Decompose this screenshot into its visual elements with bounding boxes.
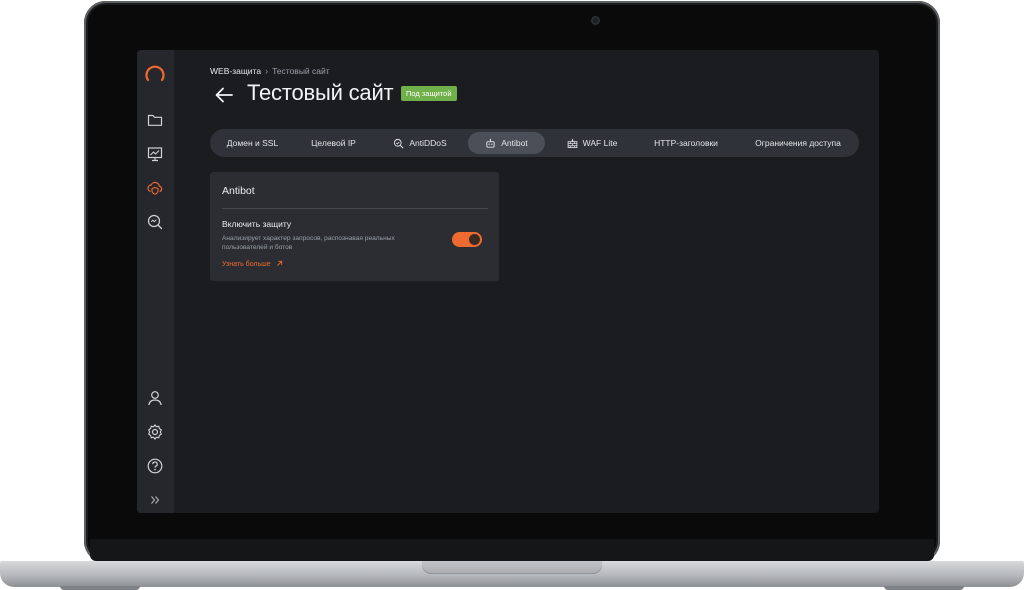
main-content: WEB-защита › Тестовый сайт Тестовый сайт П…: [174, 50, 879, 513]
laptop-foot-right: [884, 586, 964, 590]
robot-icon: [486, 138, 495, 148]
tab-antiddos[interactable]: AntiDDoS: [384, 132, 456, 154]
tab-label: HTTP-заголовки: [654, 138, 718, 148]
laptop-notch: [422, 561, 602, 574]
back-button[interactable]: [214, 86, 234, 104]
shield-search-icon: [394, 138, 404, 148]
laptop-foot-left: [60, 586, 140, 590]
setting-description: Анализирует характер запросов, распознав…: [222, 235, 395, 251]
tab-waf-lite[interactable]: WAF Lite: [560, 132, 624, 154]
laptop-hinge: [90, 539, 934, 561]
help-icon: [147, 458, 163, 474]
tab-bar: Домен и SSL Целевой IP AntiDDoS Antibot …: [210, 129, 859, 157]
sidebar-expand-button[interactable]: [146, 491, 164, 509]
tab-access-restrictions[interactable]: Ограничения доступа: [744, 132, 852, 154]
tab-target-ip[interactable]: Целевой IP: [300, 132, 367, 154]
breadcrumb-current: Тестовый сайт: [272, 66, 330, 76]
screen: WEB-защита › Тестовый сайт Тестовый сайт П…: [137, 50, 879, 513]
status-badge: Под защитой: [401, 86, 457, 101]
expand-icon: [151, 496, 160, 504]
learn-more-label: Узнать больше: [222, 261, 271, 268]
cloud-shield-icon: [147, 181, 163, 195]
arrow-up-right-icon: [276, 260, 282, 266]
tab-label: Ограничения доступа: [755, 138, 841, 148]
page-title: Тестовый сайт: [247, 80, 394, 105]
chevron-right-icon: ›: [265, 66, 269, 76]
antibot-card: Antibot Включить защиту Анализирует хара…: [210, 172, 499, 281]
sidebar-item-files[interactable]: [146, 111, 164, 129]
sidebar-item-web-protection[interactable]: [146, 179, 164, 197]
tab-antibot[interactable]: Antibot: [468, 132, 545, 154]
sidebar-item-settings[interactable]: [146, 423, 164, 441]
arrow-left-icon: [215, 87, 233, 103]
sidebar-item-profile[interactable]: [146, 389, 164, 407]
sidebar-item-monitoring[interactable]: [146, 145, 164, 163]
tab-http-headers[interactable]: HTTP-заголовки: [642, 132, 730, 154]
tab-label: WAF Lite: [582, 138, 618, 148]
search-analytics-icon: [147, 214, 163, 230]
tab-label: Домен и SSL: [226, 138, 279, 148]
toggle-knob: [469, 234, 480, 245]
logo[interactable]: [144, 64, 166, 86]
breadcrumb: WEB-защита › Тестовый сайт: [210, 66, 330, 76]
tab-label: AntiDDoS: [409, 138, 447, 148]
breadcrumb-parent[interactable]: WEB-защита: [210, 66, 261, 76]
firewall-icon: [567, 138, 577, 148]
setting-label: Включить защиту: [222, 219, 292, 229]
camera: [591, 16, 600, 25]
sidebar-item-help[interactable]: [146, 457, 164, 475]
tab-label: Antibot: [501, 138, 528, 148]
tab-label: Целевой IP: [311, 138, 356, 148]
sidebar: [137, 50, 174, 513]
learn-more-link[interactable]: Узнать больше: [222, 260, 283, 268]
settings-icon: [148, 424, 162, 440]
tab-domain-ssl[interactable]: Домен и SSL: [216, 132, 289, 154]
logo-icon: [145, 65, 165, 82]
user-icon: [148, 391, 162, 406]
folder-icon: [147, 114, 163, 126]
divider: [222, 208, 488, 209]
monitoring-icon: [147, 147, 163, 162]
protection-toggle[interactable]: [452, 232, 482, 247]
sidebar-item-analytics[interactable]: [146, 213, 164, 231]
card-title: Antibot: [222, 185, 255, 197]
